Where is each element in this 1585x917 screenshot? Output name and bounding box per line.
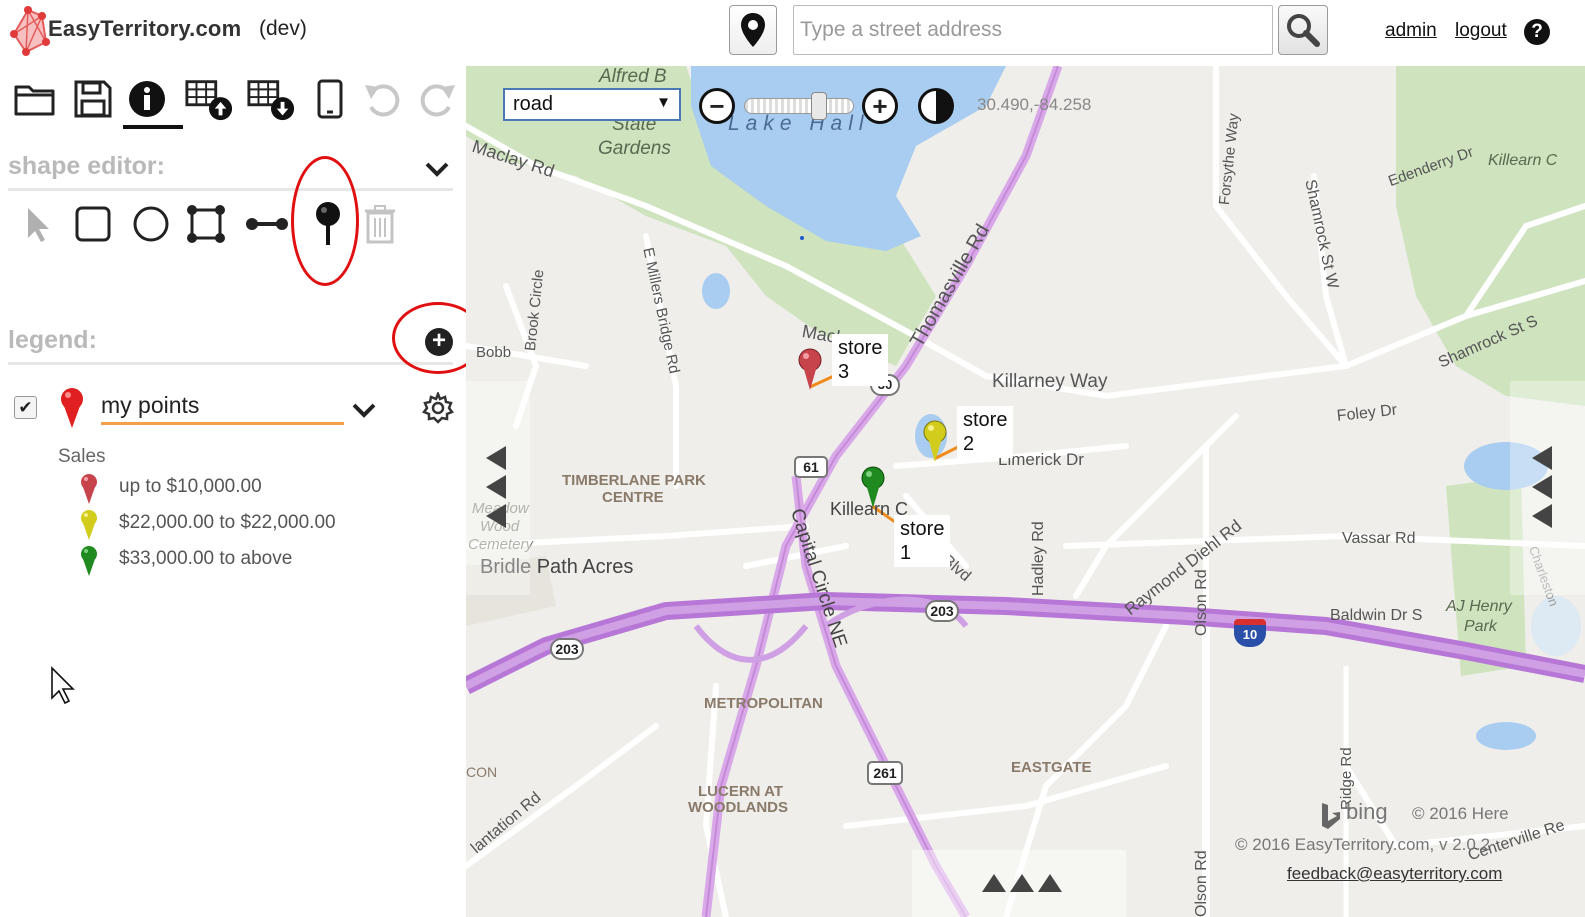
table-download-icon	[247, 80, 295, 121]
map-type-value: road	[513, 93, 554, 115]
shape-editor-divider	[8, 188, 453, 191]
plus-icon: +	[872, 91, 888, 121]
undo-icon	[365, 84, 400, 117]
layer-visibility-checkbox[interactable]: ✔	[14, 396, 37, 419]
here-attribution: © 2016 Here	[1412, 804, 1509, 823]
chevron-down-icon[interactable]	[424, 160, 450, 178]
mobile-icon	[317, 79, 343, 119]
active-tool-underline	[123, 125, 183, 129]
polygon-icon	[187, 205, 225, 243]
delete-shape-button[interactable]	[357, 201, 403, 247]
redo-button[interactable]	[412, 74, 462, 124]
search-icon	[1287, 14, 1320, 47]
expand-bottom-icon	[982, 873, 1062, 892]
yellow-pin-icon	[81, 510, 97, 540]
layer-pin-icon	[61, 388, 83, 428]
pushpin-highlight-ring	[291, 156, 359, 286]
info-button[interactable]	[122, 74, 172, 124]
line-tool-button[interactable]	[244, 201, 290, 247]
brand-name: EasyTerritory.com	[48, 16, 242, 41]
map-basemap	[466, 66, 1585, 917]
mouse-cursor-icon	[51, 666, 75, 705]
mobile-button[interactable]	[305, 74, 355, 124]
dropdown-arrow-icon: ▼	[656, 94, 671, 111]
layer-name[interactable]: my points	[101, 392, 344, 425]
contrast-toggle-icon[interactable]	[918, 88, 954, 124]
store-3-callout[interactable]: store 3	[832, 334, 889, 386]
map-canvas[interactable]: Alfred B Maclay State Gardens Lake Hall …	[466, 66, 1585, 917]
legend-item-label: up to $10,000.00	[119, 476, 262, 497]
rectangle-tool-button[interactable]	[70, 201, 116, 247]
save-icon	[74, 80, 112, 118]
store-2-marker[interactable]	[921, 420, 949, 464]
bottom-panel-toggle[interactable]	[912, 850, 1126, 917]
gear-icon[interactable]	[422, 392, 454, 424]
zoom-slider[interactable]	[744, 98, 854, 114]
store-2-callout[interactable]: store 2	[957, 406, 1014, 458]
search-button[interactable]	[1278, 5, 1328, 55]
zoom-in-button[interactable]: +	[862, 88, 898, 124]
info-icon	[129, 81, 165, 117]
bing-logo-icon	[1322, 803, 1340, 829]
map-type-select[interactable]: road ▼	[503, 88, 681, 121]
trash-icon	[365, 205, 395, 244]
save-button[interactable]	[68, 74, 118, 124]
store-1-callout[interactable]: store 1	[894, 515, 951, 567]
export-table-button[interactable]	[246, 74, 296, 124]
zoom-out-button[interactable]: −	[699, 88, 735, 124]
green-pin-icon	[81, 546, 97, 576]
admin-link[interactable]: admin	[1385, 20, 1437, 42]
marker-number: 2	[963, 433, 975, 455]
easyterritory-logo[interactable]	[6, 4, 52, 56]
bing-wordmark: bing	[1346, 799, 1388, 824]
legend-subtitle: Sales	[58, 446, 106, 467]
top-bar: EasyTerritory.com (dev) admin logout ?	[0, 0, 1585, 66]
help-icon[interactable]: ?	[1524, 19, 1550, 45]
redo-icon	[420, 84, 455, 117]
map-pin-icon	[741, 13, 765, 47]
feedback-link[interactable]: feedback@easyterritory.com	[1287, 864, 1502, 884]
table-upload-icon	[185, 80, 233, 121]
select-tool-button[interactable]	[14, 201, 60, 247]
easyterritory-attribution: © 2016 EasyTerritory.com, v 2.0.2	[1235, 835, 1491, 854]
collapse-left-icon	[486, 446, 506, 528]
select-arrow-icon	[28, 208, 49, 242]
circle-tool-button[interactable]	[128, 201, 174, 247]
legend-title: legend:	[8, 326, 97, 354]
import-table-button[interactable]	[184, 74, 234, 124]
expand-right-icon	[1532, 446, 1552, 528]
marker-number: 3	[838, 361, 850, 383]
minus-icon: −	[709, 91, 725, 121]
store-3-marker[interactable]	[796, 348, 824, 392]
address-search-input[interactable]	[793, 5, 1273, 55]
undo-button[interactable]	[358, 74, 408, 124]
layer-chevron-down-icon[interactable]	[351, 401, 377, 419]
legend-item-label: $33,000.00 to above	[119, 548, 293, 569]
circle-icon	[133, 206, 169, 242]
store-1-marker[interactable]	[859, 466, 887, 510]
logout-link[interactable]: logout	[1455, 20, 1507, 42]
marker-number: 1	[900, 542, 912, 564]
open-folder-button[interactable]	[10, 74, 60, 124]
zoom-slider-thumb[interactable]	[811, 92, 827, 120]
environment-label: (dev)	[259, 17, 307, 40]
red-pin-icon	[81, 474, 97, 504]
locate-pin-button[interactable]	[729, 5, 777, 55]
legend-item-label: $22,000.00 to $22,000.00	[119, 512, 336, 533]
folder-open-icon	[14, 85, 55, 116]
left-panel: shape editor: legend: + ✔ my points Sale…	[0, 66, 484, 917]
shape-editor-title: shape editor:	[8, 152, 165, 180]
legend-divider	[8, 362, 453, 365]
right-panel-toggle[interactable]	[1510, 381, 1585, 595]
polygon-tool-button[interactable]	[183, 201, 229, 247]
marker-label: store	[963, 409, 1008, 431]
line-icon	[246, 218, 288, 230]
left-panel-toggle[interactable]	[466, 381, 530, 595]
marker-label: store	[838, 337, 883, 359]
rectangle-icon	[75, 206, 111, 242]
marker-label: store	[900, 518, 945, 540]
coordinates-readout: 30.490,-84.258	[977, 95, 1092, 114]
